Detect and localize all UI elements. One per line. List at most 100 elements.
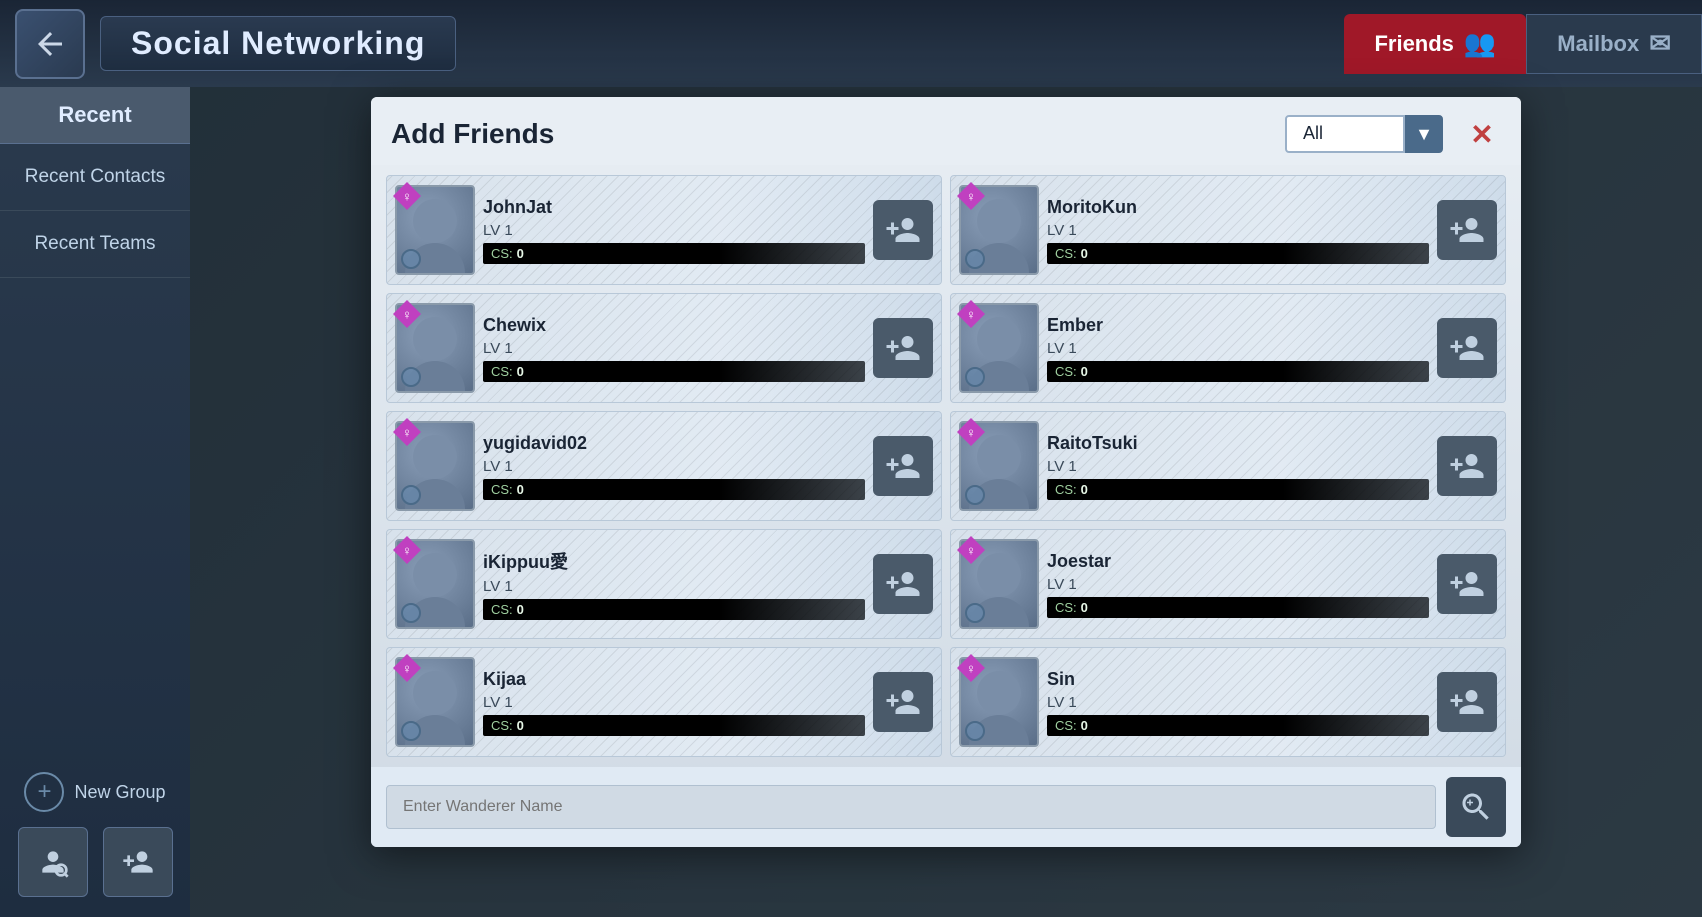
tab-mailbox[interactable]: Mailbox ✉	[1526, 14, 1702, 74]
player-info: Sin LV 1 CS: 0	[1047, 669, 1429, 736]
cs-label: CS:	[491, 364, 513, 379]
search-friends-button[interactable]	[18, 827, 88, 897]
cs-label: CS:	[491, 602, 513, 617]
cs-bar: CS: 0	[1047, 597, 1429, 618]
cs-label: CS:	[491, 482, 513, 497]
modal-overlay: Add Friends All ▼ ✕ ♀	[190, 87, 1702, 917]
add-friend-button[interactable]	[1437, 672, 1497, 732]
avatar-head	[977, 199, 1021, 243]
cs-bar: CS: 0	[483, 715, 865, 736]
sidebar-action-buttons	[18, 827, 173, 897]
add-friend-button[interactable]	[873, 200, 933, 260]
cs-bar: CS: 0	[1047, 243, 1429, 264]
new-group-label: New Group	[74, 782, 165, 803]
player-card: ♀ Ember LV 1 CS: 0	[950, 293, 1506, 403]
cs-value: 0	[1081, 482, 1088, 497]
player-info: Joestar LV 1 CS: 0	[1047, 551, 1429, 618]
avatar-detail	[401, 603, 421, 623]
avatar-detail	[965, 603, 985, 623]
cs-bar: CS: 0	[483, 479, 865, 500]
mailbox-icon: ✉	[1649, 28, 1671, 59]
add-friend-button[interactable]	[873, 672, 933, 732]
add-friend-btn-icon	[885, 448, 921, 484]
search-icon	[1458, 789, 1494, 825]
add-friends-modal: Add Friends All ▼ ✕ ♀	[371, 97, 1521, 847]
add-friend-btn-icon	[885, 330, 921, 366]
avatar-detail	[965, 367, 985, 387]
cs-label: CS:	[1055, 718, 1077, 733]
player-level: LV 1	[483, 340, 865, 357]
cs-value: 0	[517, 246, 524, 261]
main-content: Add Friends All ▼ ✕ ♀	[190, 87, 1702, 917]
add-friend-button[interactable]	[1437, 318, 1497, 378]
mailbox-tab-label: Mailbox	[1557, 31, 1639, 57]
player-card: ♀ JohnJat LV 1 CS: 0	[386, 175, 942, 285]
player-level: LV 1	[483, 222, 865, 239]
add-friend-btn-icon	[1449, 566, 1485, 602]
cs-bar: CS: 0	[483, 599, 865, 620]
player-name: Ember	[1047, 315, 1429, 336]
cs-value: 0	[1081, 718, 1088, 733]
back-icon	[32, 26, 68, 62]
search-wanderer-input[interactable]	[386, 785, 1436, 829]
new-group-row[interactable]: + New Group	[24, 772, 165, 812]
cs-bar: CS: 0	[1047, 361, 1429, 382]
avatar-head	[977, 671, 1021, 715]
sidebar-bottom: + New Group	[0, 752, 190, 917]
gender-symbol: ♀	[402, 307, 412, 322]
player-level: LV 1	[1047, 222, 1429, 239]
player-name: iKippuu愛	[483, 548, 865, 574]
player-level: LV 1	[483, 578, 865, 595]
add-friend-button[interactable]	[1437, 200, 1497, 260]
add-friend-btn-icon	[885, 212, 921, 248]
add-friend-btn-icon	[1449, 684, 1485, 720]
player-info: iKippuu愛 LV 1 CS: 0	[483, 548, 865, 620]
gender-symbol: ♀	[402, 425, 412, 440]
player-level: LV 1	[483, 694, 865, 711]
player-name: Joestar	[1047, 551, 1429, 572]
player-name: MoritoKun	[1047, 197, 1429, 218]
add-friend-sidebar-button[interactable]	[103, 827, 173, 897]
sidebar-item-recent-contacts[interactable]: Recent Contacts	[0, 144, 190, 211]
player-info: Ember LV 1 CS: 0	[1047, 315, 1429, 382]
avatar-head	[413, 435, 457, 479]
player-info: yugidavid02 LV 1 CS: 0	[483, 433, 865, 500]
cs-value: 0	[517, 718, 524, 733]
cs-label: CS:	[1055, 246, 1077, 261]
gender-symbol: ♀	[402, 661, 412, 676]
add-friend-button[interactable]	[873, 436, 933, 496]
avatar-detail	[965, 721, 985, 741]
modal-footer	[371, 767, 1521, 847]
cs-value: 0	[517, 364, 524, 379]
cs-value: 0	[517, 602, 524, 617]
player-info: JohnJat LV 1 CS: 0	[483, 197, 865, 264]
cs-value: 0	[1081, 600, 1088, 615]
player-level: LV 1	[483, 458, 865, 475]
filter-arrow-button[interactable]: ▼	[1405, 115, 1443, 153]
player-name: yugidavid02	[483, 433, 865, 454]
avatar-detail	[401, 367, 421, 387]
sidebar-item-recent-teams[interactable]: Recent Teams	[0, 211, 190, 278]
avatar-head	[413, 553, 457, 597]
player-card: ♀ yugidavid02 LV 1 CS: 0	[386, 411, 942, 521]
players-grid: ♀ JohnJat LV 1 CS: 0 ♀	[386, 175, 1506, 757]
player-name: Sin	[1047, 669, 1429, 690]
sidebar: Recent Recent Contacts Recent Teams + Ne…	[0, 87, 190, 917]
avatar-head	[413, 199, 457, 243]
add-friend-button[interactable]	[873, 318, 933, 378]
new-group-plus-icon: +	[24, 772, 64, 812]
search-wanderer-button[interactable]	[1446, 777, 1506, 837]
modal-header: Add Friends All ▼ ✕	[371, 97, 1521, 165]
cs-value: 0	[1081, 364, 1088, 379]
avatar-head	[977, 317, 1021, 361]
avatar-detail	[965, 249, 985, 269]
add-friend-button[interactable]	[1437, 554, 1497, 614]
add-friend-button[interactable]	[1437, 436, 1497, 496]
avatar-detail	[401, 485, 421, 505]
modal-close-button[interactable]: ✕	[1463, 115, 1501, 153]
avatar-head	[977, 435, 1021, 479]
add-friend-button[interactable]	[873, 554, 933, 614]
filter-value[interactable]: All	[1285, 115, 1405, 153]
tab-friends[interactable]: Friends 👥	[1344, 14, 1526, 74]
back-button[interactable]	[15, 9, 85, 79]
